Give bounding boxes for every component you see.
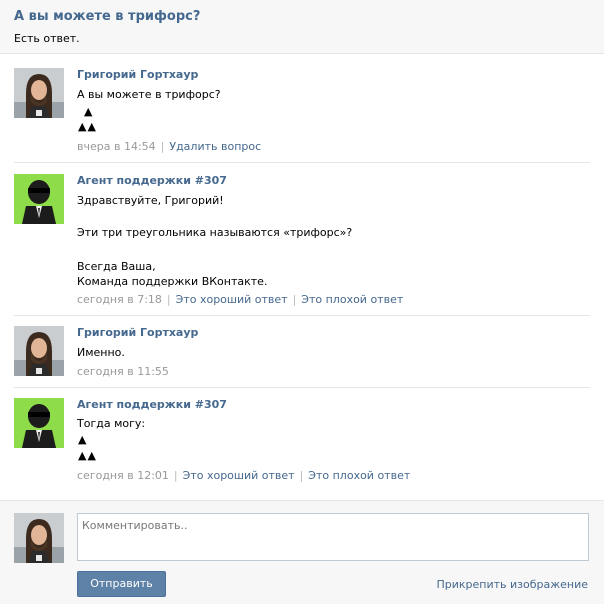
triforce-top: ▲ — [84, 105, 94, 118]
message-meta: сегодня в 12:01 | Это хороший ответ | Это пл… — [77, 469, 410, 482]
good-answer-link[interactable]: Это хороший ответ — [176, 293, 288, 306]
message-meta: сегодня в 11:55 — [77, 365, 169, 378]
message-time: вчера в 14:54 — [77, 140, 156, 153]
message-meta: сегодня в 7:18 | Это хороший ответ | Это пло… — [77, 293, 403, 306]
question-header: А вы можете в трифорс? Есть ответ. — [0, 0, 604, 54]
triforce-top: ▲ — [78, 433, 88, 446]
message-text: Здравствуйте, Григорий! — [77, 194, 224, 207]
message-meta: вчера в 14:54 | Удалить вопрос — [77, 140, 261, 153]
meta-separator: | — [173, 469, 178, 482]
message-author[interactable]: Григорий Гортхаур — [77, 326, 198, 339]
triforce-bottom: ▲▲ — [78, 449, 97, 462]
message-item: Григорий Гортхаур Именно. сегодня в 11:5… — [0, 326, 604, 382]
message-text: Тогда могу: — [77, 417, 146, 430]
meta-separator: | — [160, 140, 165, 153]
message-text: Всегда Ваша, — [77, 260, 156, 273]
message-item: Агент поддержки #307 Здравствуйте, Григо… — [0, 174, 604, 309]
meta-separator: | — [166, 293, 171, 306]
message-divider — [14, 315, 590, 316]
message-author[interactable]: Агент поддержки #307 — [77, 398, 227, 411]
comment-input[interactable]: Комментировать.. — [77, 513, 589, 561]
good-answer-link[interactable]: Это хороший ответ — [183, 469, 295, 482]
message-item: Агент поддержки #307 Тогда могу: ▲ ▲▲ се… — [0, 398, 604, 488]
message-text: Команда поддержки ВКонтакте. — [77, 275, 268, 288]
message-text: Именно. — [77, 346, 125, 359]
user-avatar — [14, 513, 64, 563]
bad-answer-link[interactable]: Это плохой ответ — [308, 469, 410, 482]
message-time: сегодня в 7:18 — [77, 293, 162, 306]
message-author[interactable]: Агент поддержки #307 — [77, 174, 227, 187]
comment-form: Комментировать.. Отправить Прикрепить из… — [0, 500, 604, 604]
message-author[interactable]: Григорий Гортхаур — [77, 68, 198, 81]
bad-answer-link[interactable]: Это плохой ответ — [301, 293, 403, 306]
send-button[interactable]: Отправить — [77, 571, 166, 597]
message-divider — [14, 162, 590, 163]
message-text: Эти три треугольника называются «трифорс… — [77, 226, 353, 239]
support-agent-avatar[interactable] — [14, 174, 64, 224]
attach-image-link[interactable]: Прикрепить изображение — [436, 578, 588, 591]
question-status: Есть ответ. — [14, 32, 80, 45]
message-text: А вы можете в трифорс? — [77, 88, 221, 101]
user-avatar[interactable] — [14, 68, 64, 118]
user-avatar[interactable] — [14, 326, 64, 376]
message-time: сегодня в 11:55 — [77, 365, 169, 378]
message-item: Григорий Гортхаур А вы можете в трифорс?… — [0, 68, 604, 158]
message-time: сегодня в 12:01 — [77, 469, 169, 482]
delete-question-link[interactable]: Удалить вопрос — [169, 140, 261, 153]
support-agent-avatar[interactable] — [14, 398, 64, 448]
message-divider — [14, 387, 590, 388]
question-title: А вы можете в трифорс? — [14, 9, 201, 24]
meta-separator: | — [292, 293, 297, 306]
triforce-bottom: ▲▲ — [78, 120, 97, 133]
meta-separator: | — [299, 469, 304, 482]
